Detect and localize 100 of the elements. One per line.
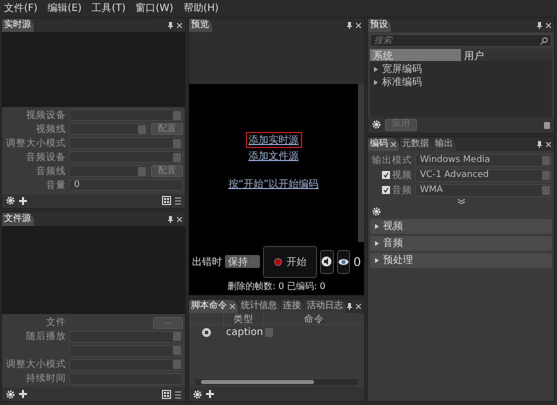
- dropdown-field[interactable]: [69, 123, 148, 135]
- settings-icon[interactable]: [6, 196, 15, 205]
- list-view-icon[interactable]: [175, 390, 181, 398]
- settings-icon[interactable]: [193, 390, 202, 398]
- field-label: 持续时间: [25, 372, 66, 385]
- codec-dropdown[interactable]: WMA: [415, 184, 552, 197]
- preview-toggle-button[interactable]: [336, 250, 350, 274]
- expand-icon[interactable]: [458, 198, 464, 204]
- settings-icon[interactable]: [6, 390, 15, 398]
- caret-icon: [374, 80, 378, 84]
- dropdown-field[interactable]: [69, 151, 183, 163]
- panel-tab[interactable]: 输出: [433, 138, 456, 151]
- source-link[interactable]: 按“开始”以开始编码: [225, 176, 322, 192]
- panel-tab[interactable]: 编码: [368, 138, 399, 151]
- list-view-icon[interactable]: [175, 196, 181, 205]
- add-icon[interactable]: [206, 390, 214, 398]
- codec-dropdown[interactable]: VC-1 Advanced: [415, 168, 552, 182]
- close-icon[interactable]: [356, 304, 361, 309]
- output-mode-dropdown[interactable]: Windows Media: [415, 154, 552, 167]
- pin-icon[interactable]: [347, 302, 352, 310]
- add-icon[interactable]: [19, 390, 27, 398]
- field-label: 视频线: [35, 122, 66, 136]
- field-label: 调整大小模式: [5, 136, 66, 150]
- field-label: 调整大小模式: [5, 358, 66, 371]
- menu-item[interactable]: 工具(T): [92, 1, 126, 15]
- field-label: 音量: [45, 178, 66, 192]
- close-icon[interactable]: [356, 23, 361, 28]
- panel-tab[interactable]: 元数据: [400, 138, 432, 151]
- add-icon[interactable]: [19, 196, 27, 204]
- field-label: 文件: [45, 316, 66, 329]
- settings-icon[interactable]: [372, 120, 381, 130]
- pin-icon[interactable]: [347, 22, 352, 29]
- eye-icon: [338, 258, 349, 266]
- pin-icon[interactable]: [537, 140, 542, 148]
- status-text: 删除的帧数: 0 已编码: 0: [227, 280, 326, 293]
- search-icon: [540, 36, 548, 44]
- section-header[interactable]: 视频: [370, 218, 552, 234]
- audio-button[interactable]: [320, 250, 334, 274]
- close-icon[interactable]: [177, 23, 182, 28]
- checkbox[interactable]: [382, 186, 390, 194]
- pin-icon[interactable]: [537, 22, 542, 29]
- panel-tab[interactable]: 预览: [189, 19, 212, 32]
- menu-item[interactable]: 文件(F): [4, 1, 38, 15]
- checkbox[interactable]: [382, 171, 390, 180]
- caret-icon: [375, 258, 379, 263]
- panel-tab[interactable]: 文件源: [2, 212, 34, 226]
- dropdown-field[interactable]: [69, 344, 183, 356]
- remove-icon[interactable]: [202, 328, 210, 338]
- on-error-dropdown[interactable]: 保持: [225, 255, 260, 268]
- field-label: 视频: [392, 168, 412, 182]
- dropdown-field[interactable]: [69, 137, 183, 149]
- dropdown-field[interactable]: [69, 109, 183, 121]
- grid-view-icon[interactable]: [162, 390, 171, 398]
- speaker-icon: [321, 256, 332, 268]
- column-header: 命令: [263, 312, 364, 326]
- close-icon[interactable]: [546, 142, 551, 147]
- grid-view-icon[interactable]: [162, 196, 171, 205]
- field-label: 音频线: [35, 164, 66, 178]
- timecode: 0: [353, 254, 361, 269]
- close-icon[interactable]: [177, 216, 182, 222]
- panel-tab[interactable]: 脚本命令: [189, 300, 238, 313]
- pin-icon[interactable]: [168, 22, 173, 29]
- on-error-label: 出错时: [192, 256, 222, 269]
- close-icon[interactable]: [391, 142, 396, 147]
- dropdown-field[interactable]: [69, 358, 183, 370]
- panel-tab[interactable]: 连接: [281, 300, 304, 313]
- trash-icon[interactable]: [544, 120, 550, 129]
- dropdown-field[interactable]: [69, 330, 183, 342]
- scrollbar[interactable]: [195, 379, 358, 385]
- caret-icon: [374, 66, 378, 72]
- section-header[interactable]: 音频: [370, 236, 552, 251]
- tree-item[interactable]: 标准编码: [374, 76, 548, 88]
- type-dropdown[interactable]: caption: [223, 326, 276, 340]
- field-label: 视频设备: [25, 108, 66, 122]
- panel-tab[interactable]: 实时源: [2, 19, 34, 32]
- dropdown-field[interactable]: [69, 165, 148, 177]
- field-label: 输出模式: [371, 154, 412, 167]
- field-label: 音频设备: [25, 150, 66, 164]
- close-icon[interactable]: [230, 304, 235, 309]
- panel-tab[interactable]: 预设: [368, 19, 391, 32]
- input-field[interactable]: 0: [69, 179, 183, 191]
- tree-item[interactable]: 宽屏编码: [374, 63, 548, 75]
- caret-icon: [375, 240, 379, 246]
- source-link[interactable]: 添加文件源: [246, 148, 302, 164]
- settings-icon[interactable]: [372, 207, 381, 216]
- field-label: 随后播放: [25, 330, 66, 343]
- section-header[interactable]: 预处理: [370, 252, 552, 268]
- start-button[interactable]: 开始: [263, 246, 317, 278]
- close-icon[interactable]: [546, 23, 551, 28]
- menu-item[interactable]: 编辑(E): [48, 1, 82, 15]
- menu-item[interactable]: 窗口(W): [136, 1, 174, 15]
- panel-tab[interactable]: 活动日志: [305, 300, 346, 313]
- preset-tab[interactable]: 用户: [461, 49, 552, 61]
- source-link[interactable]: 添加实时源: [246, 132, 302, 148]
- column-header: 类型: [223, 312, 263, 326]
- pin-icon[interactable]: [168, 216, 173, 222]
- record-icon: [274, 258, 282, 266]
- field-label: 音频: [392, 184, 412, 197]
- menu-item[interactable]: 帮助(H): [183, 1, 219, 15]
- panel-tab[interactable]: 统计信息: [239, 300, 280, 313]
